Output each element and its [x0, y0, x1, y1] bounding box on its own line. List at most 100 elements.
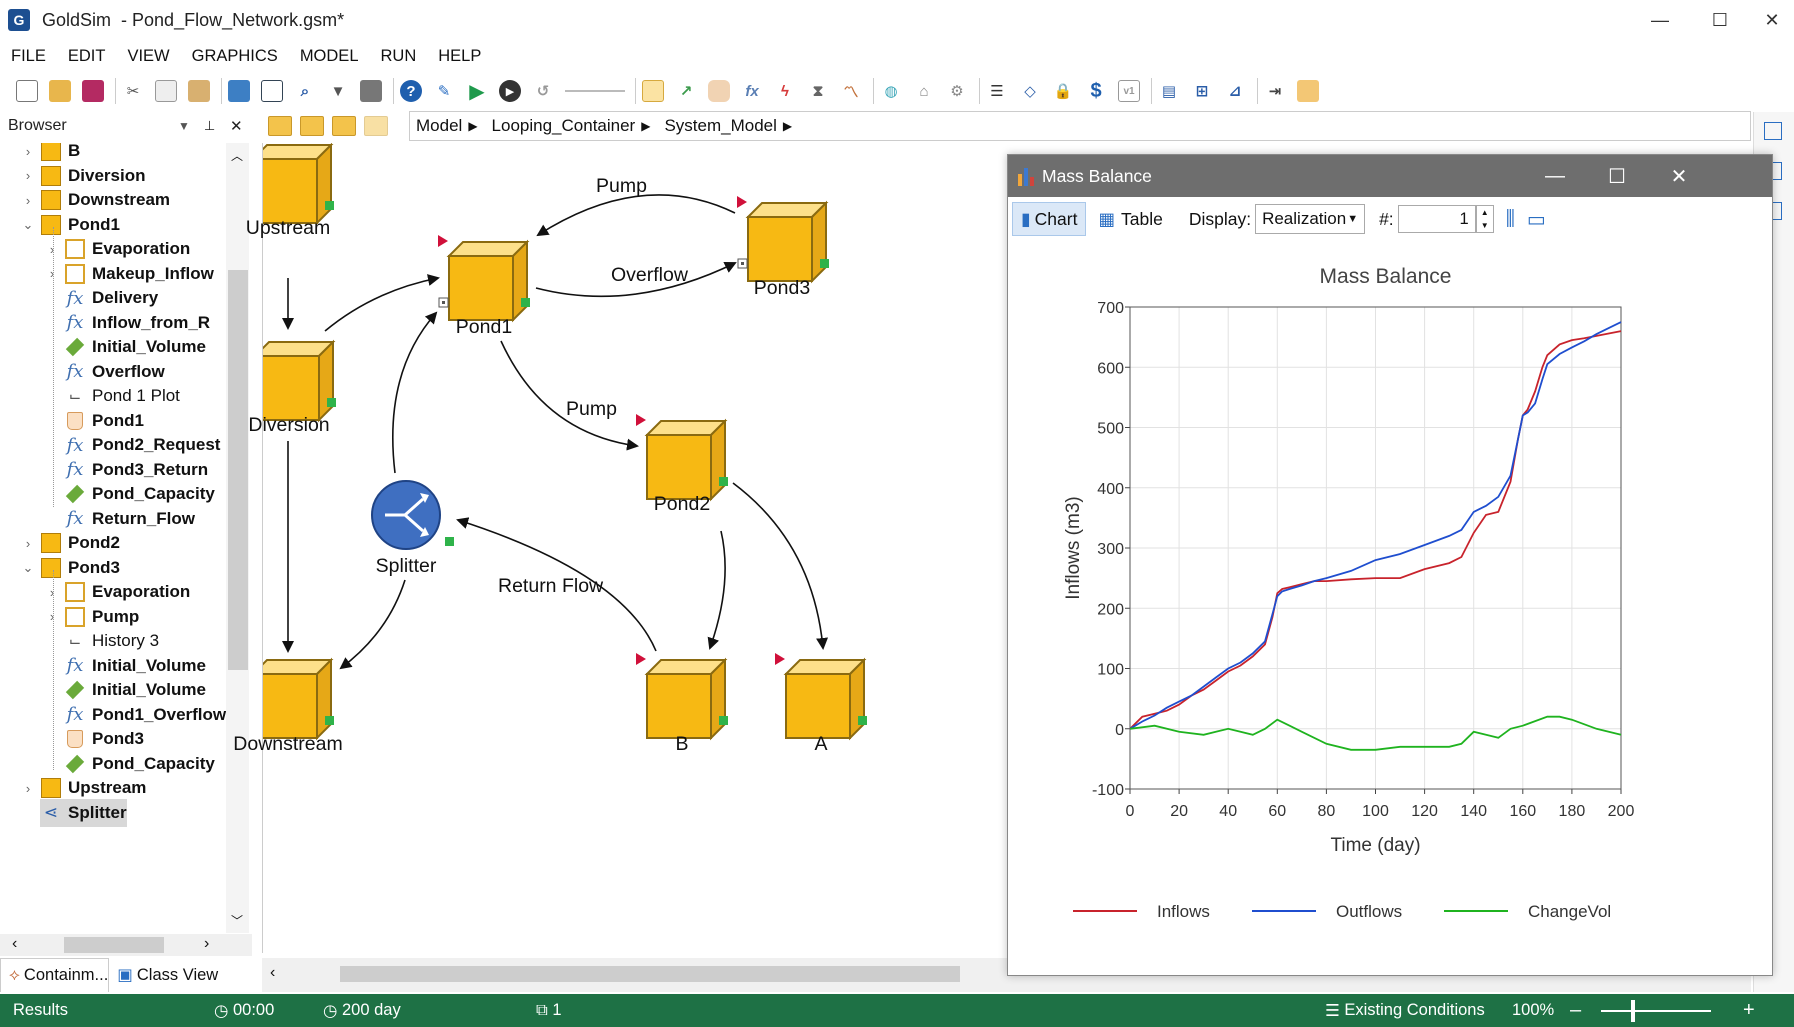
forward-icon[interactable] — [364, 116, 388, 136]
link-diversion-pond1[interactable] — [324, 274, 440, 332]
expand-icon[interactable]: › — [20, 144, 36, 159]
breadcrumb-separator-icon[interactable]: ▶ — [468, 119, 477, 133]
maximize-button[interactable]: ☐ — [1690, 0, 1750, 40]
tab-table[interactable]: ▦ Table — [1090, 202, 1170, 236]
version-icon[interactable]: v1 — [1118, 80, 1140, 102]
menu-model[interactable]: MODEL — [289, 47, 370, 66]
link-splitter-downstream[interactable] — [339, 579, 406, 670]
tree-item[interactable]: ⋖ Splitter — [40, 798, 127, 827]
scroll-up-icon[interactable]: ︿ — [231, 147, 243, 164]
mb-maximize-button[interactable]: ☐ — [1586, 155, 1648, 197]
link-pond3-pond1-pump[interactable] — [536, 194, 736, 237]
up-level-icon[interactable] — [300, 116, 324, 136]
mass-balance-titlebar[interactable]: Mass Balance — ☐ ✕ — [1008, 155, 1772, 197]
menu-graphics[interactable]: GRAPHICS — [181, 47, 289, 66]
distribute-icon[interactable]: ⊞ — [1191, 80, 1213, 102]
align-icon[interactable]: ▤ — [1158, 80, 1180, 102]
gear-icon[interactable]: ⚙ — [946, 80, 968, 102]
breadcrumb-item[interactable]: System_Model — [664, 116, 776, 136]
minimize-button[interactable]: — — [1630, 0, 1690, 40]
chart-view-icon[interactable]: ⊿ — [1224, 80, 1246, 102]
expand-icon[interactable]: › — [20, 536, 36, 551]
expand-icon[interactable]: › — [44, 585, 60, 600]
zoom-slider[interactable] — [1601, 994, 1711, 1027]
pin-icon[interactable]: ⊥ — [204, 118, 215, 134]
reset-icon[interactable]: ↺ — [532, 80, 554, 102]
function-tool-icon[interactable]: fx — [741, 80, 763, 102]
speed-slider[interactable] — [565, 90, 625, 92]
export-icon[interactable] — [1297, 80, 1319, 102]
node-splitter[interactable] — [371, 480, 454, 550]
link-pond2-a[interactable] — [732, 482, 829, 650]
expand-icon[interactable]: › — [20, 781, 36, 796]
menu-file[interactable]: FILE — [0, 47, 57, 66]
expand-icon[interactable]: › — [20, 168, 36, 183]
canvas-hscroll-thumb[interactable] — [340, 966, 960, 982]
library-icon[interactable]: ⌂ — [913, 80, 935, 102]
expand-icon[interactable]: › — [44, 266, 60, 281]
chevron-down-icon[interactable]: ▼ — [178, 119, 190, 133]
edit-mode-icon[interactable]: ✎ — [433, 80, 455, 102]
tree-scroll-thumb[interactable] — [228, 270, 248, 670]
settings-icon[interactable] — [360, 80, 382, 102]
expand-icon[interactable]: › — [20, 193, 36, 208]
chart-properties-icon[interactable]: ▭ — [1527, 207, 1546, 232]
tag-icon[interactable]: ◇ — [1019, 80, 1041, 102]
open-folder-icon[interactable] — [49, 80, 71, 102]
menu-help[interactable]: HELP — [427, 47, 492, 66]
link-splitter-pond1[interactable] — [392, 311, 438, 474]
link-pond2-b[interactable] — [707, 530, 726, 650]
dollar-icon[interactable]: $ — [1085, 80, 1107, 102]
cut-icon[interactable]: ✂ — [122, 80, 144, 102]
node-downstream[interactable] — [263, 653, 334, 739]
tab-containment[interactable]: ⟡ Containm... — [0, 958, 110, 992]
tree-horizontal-scrollbar[interactable]: ‹ › — [0, 934, 252, 956]
node-upstream[interactable] — [263, 143, 334, 224]
menu-view[interactable]: VIEW — [116, 47, 180, 66]
canvas-scroll-left-icon[interactable]: ‹ — [270, 964, 275, 982]
lock-icon[interactable]: 🔒 — [1052, 80, 1074, 102]
menu-run[interactable]: RUN — [370, 47, 428, 66]
node-pond2[interactable] — [636, 414, 728, 500]
realization-number-input[interactable]: 1 — [1397, 205, 1476, 233]
run-icon[interactable]: ▶ — [466, 80, 488, 103]
tab-class-view[interactable]: ▣ Class View — [109, 958, 218, 992]
event-tool-icon[interactable]: ϟ — [774, 80, 796, 102]
step-icon[interactable]: ▶ — [499, 80, 521, 102]
note-icon[interactable] — [261, 80, 283, 102]
scroll-down-icon[interactable]: ﹀ — [231, 912, 243, 929]
delay-tool-icon[interactable]: ⧗ — [807, 80, 829, 102]
node-pond3[interactable] — [737, 196, 829, 282]
hscroll-thumb[interactable] — [64, 937, 164, 953]
scroll-right-icon[interactable]: › — [204, 935, 209, 953]
container-tool-icon[interactable] — [642, 80, 664, 102]
import-icon[interactable]: ⇥ — [1264, 80, 1286, 102]
database-icon[interactable]: ◍ — [880, 80, 902, 102]
node-b[interactable] — [636, 653, 728, 739]
breadcrumb-separator-icon[interactable]: ▶ — [641, 119, 650, 133]
browser-toggle-icon[interactable] — [228, 80, 250, 102]
help-icon[interactable]: ? — [400, 80, 422, 102]
realization-spinner[interactable]: ▲ ▼ — [1475, 205, 1494, 233]
new-file-icon[interactable] — [16, 80, 38, 102]
node-diversion[interactable] — [263, 335, 336, 421]
zoom-in-button[interactable]: + — [1743, 994, 1755, 1027]
save-icon[interactable] — [82, 80, 104, 102]
link-pond1-pond2-pump[interactable] — [500, 340, 639, 451]
browser-close-icon[interactable]: ✕ — [230, 117, 243, 135]
breadcrumb-item[interactable]: Model — [416, 116, 462, 136]
collapse-icon[interactable]: ⌄ — [20, 217, 36, 233]
tab-chart[interactable]: ▮ Chart — [1012, 202, 1087, 236]
chart-style-icon[interactable]: ⫼ — [1506, 208, 1515, 231]
display-select[interactable]: Realization ▼ — [1255, 204, 1366, 234]
menu-edit[interactable]: EDIT — [57, 47, 117, 66]
breadcrumb-item[interactable]: Looping_Container — [492, 116, 636, 136]
back-icon[interactable] — [332, 116, 356, 136]
scenario-status[interactable]: ☰ Existing Conditions — [1325, 994, 1485, 1027]
copy-icon[interactable] — [155, 80, 177, 102]
list-icon[interactable]: ☰ — [986, 80, 1008, 102]
breadcrumb-separator-icon[interactable]: ▶ — [783, 119, 792, 133]
collapse-icon[interactable]: ⌄ — [20, 560, 36, 576]
new-container-icon[interactable] — [268, 116, 292, 136]
draw-line-icon[interactable] — [1764, 122, 1782, 140]
